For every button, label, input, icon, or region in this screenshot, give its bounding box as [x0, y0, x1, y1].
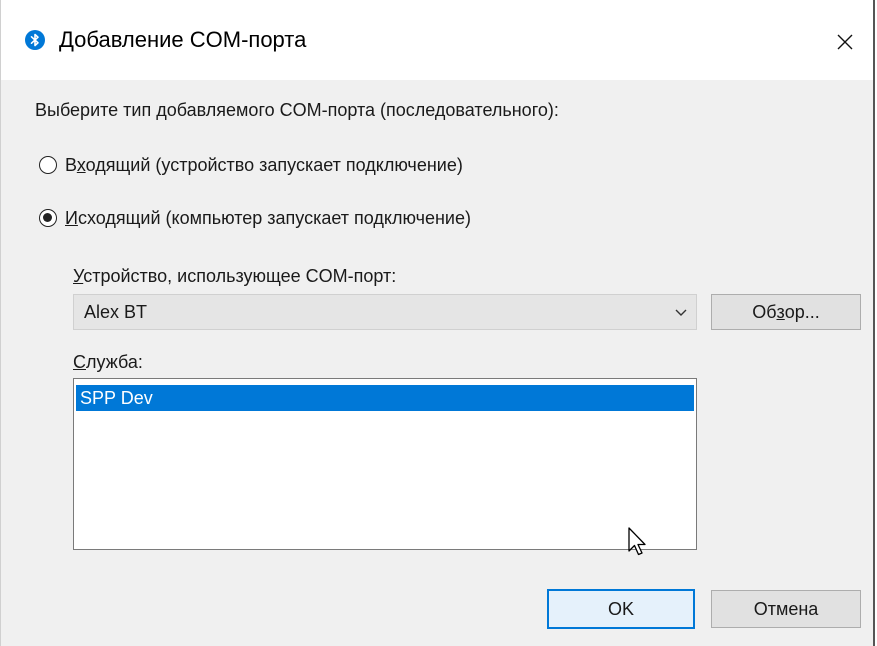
port-type-prompt: Выберите тип добавляемого COM-порта (пос… — [35, 100, 559, 120]
radio-incoming-circle[interactable] — [39, 156, 57, 174]
cancel-button[interactable]: Отмена — [711, 590, 861, 628]
radio-outgoing-label: Исходящий (компьютер запускает подключен… — [65, 208, 471, 228]
browse-button[interactable]: Об з ор... — [711, 294, 861, 330]
bluetooth-icon — [25, 30, 45, 50]
radio-incoming-label: Входящий (устройство запускает подключен… — [65, 155, 463, 175]
ok-button[interactable]: OK — [547, 589, 695, 629]
dialog-window: Добавление COM-порта Выберите тип добавл… — [0, 0, 875, 646]
list-item[interactable]: SPP Dev — [76, 385, 694, 411]
radio-incoming[interactable]: Входящий (устройство запускает подключен… — [39, 155, 463, 175]
service-label: Служба: — [73, 352, 143, 372]
radio-outgoing-circle[interactable] — [39, 209, 57, 227]
dialog-content: Выберите тип добавляемого COM-порта (пос… — [1, 80, 873, 646]
close-button[interactable] — [827, 24, 863, 60]
window-title: Добавление COM-порта — [59, 27, 307, 52]
title-bar: Добавление COM-порта — [1, 0, 873, 80]
radio-outgoing[interactable]: Исходящий (компьютер запускает подключен… — [39, 208, 471, 228]
chevron-down-icon — [666, 307, 696, 317]
device-label: Устройство, использующее COM-порт: — [73, 266, 397, 286]
device-dropdown-value: Alex BT — [84, 301, 148, 322]
close-icon — [837, 34, 853, 50]
device-dropdown[interactable]: Alex BT — [73, 294, 697, 330]
service-listbox[interactable]: SPP Dev — [73, 378, 697, 550]
